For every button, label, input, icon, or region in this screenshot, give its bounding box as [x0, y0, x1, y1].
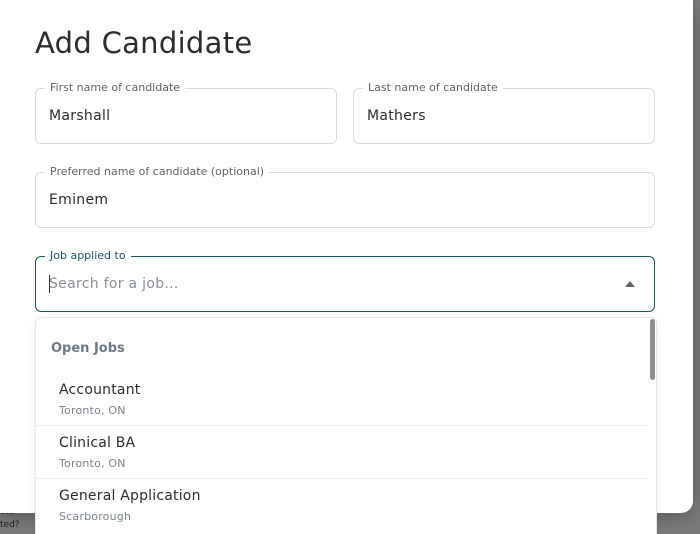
group-header-open-jobs: Open Jobs — [51, 341, 125, 356]
last-name-field[interactable]: Last name of candidate Mathers — [353, 81, 655, 144]
backdrop-text: ted? — [0, 520, 20, 530]
job-option-name: Clinical BA — [59, 435, 136, 451]
job-option-location: Toronto, ON — [59, 457, 126, 470]
job-option-name: General Application — [59, 488, 201, 504]
job-option[interactable]: Clinical BA Toronto, ON — [36, 426, 648, 479]
job-options-dropdown: Open Jobs Accountant Toronto, ON Clinica… — [35, 317, 657, 534]
job-option[interactable]: General Application Scarborough — [36, 479, 648, 532]
job-search-input[interactable] — [49, 257, 604, 311]
chevron-up-icon[interactable] — [625, 281, 635, 287]
job-option-name: Accountant — [59, 382, 141, 398]
job-option-location: Toronto, ON — [59, 404, 126, 417]
modal-title: Add Candidate — [35, 26, 253, 60]
job-option[interactable]: Accountant Toronto, ON — [36, 373, 648, 426]
preferred-name-value: Eminem — [49, 192, 109, 208]
preferred-name-field[interactable]: Preferred name of candidate (optional) E… — [35, 165, 655, 228]
job-option-location: Scarborough — [59, 510, 132, 523]
first-name-field[interactable]: First name of candidate Marshall — [35, 81, 337, 144]
job-applied-field[interactable]: Job applied to — [35, 249, 655, 312]
last-name-value: Mathers — [367, 108, 426, 124]
text-cursor — [49, 275, 50, 293]
first-name-value: Marshall — [49, 108, 111, 124]
dropdown-scrollbar[interactable] — [650, 319, 655, 380]
